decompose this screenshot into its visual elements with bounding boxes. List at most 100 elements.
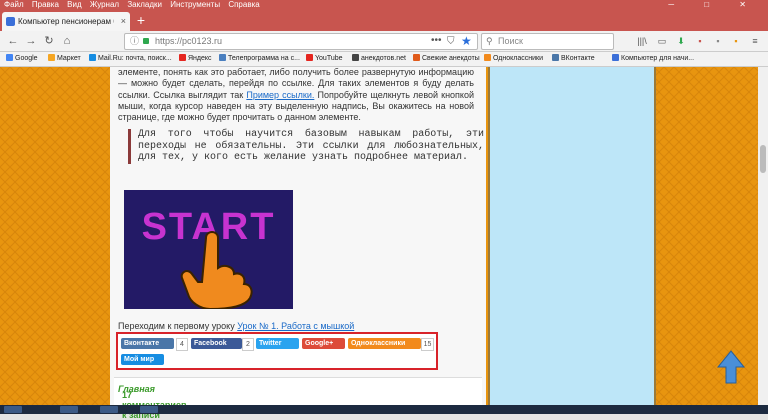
tab-title: Компьютер пенсионерам бе (18, 17, 114, 26)
extension-icon-2[interactable]: ▪ (712, 35, 724, 47)
window-controls[interactable]: ─ □ ✕ (668, 0, 760, 10)
tab-active[interactable]: Компьютер пенсионерам бе × (2, 12, 130, 31)
share-label: Google+ (305, 340, 334, 347)
bookmark-label: Google (15, 55, 38, 62)
menu-bookmarks[interactable]: Закладки (127, 0, 162, 9)
tab-strip: Компьютер пенсионерам бе × + (0, 10, 768, 31)
start-button[interactable] (4, 406, 22, 413)
share-label: Одноклассники (351, 340, 406, 347)
bookmark-yandex[interactable]: Яндекс (179, 52, 212, 66)
bookmark-label: анекдотов.net (361, 55, 406, 62)
bookmark-label: Mail.Ru: почта, поиск... (98, 55, 172, 62)
right-sidebar (488, 67, 656, 405)
search-input[interactable]: ⚲ Поиск (481, 33, 614, 50)
menu-icon[interactable]: ≡ (749, 35, 761, 47)
bookmark-label: ВКонтакте (561, 55, 595, 62)
new-tab-button[interactable]: + (131, 11, 151, 30)
tv-icon (219, 54, 226, 61)
bookmark-youtube[interactable]: YouTube (306, 52, 343, 66)
scrollbar-thumb[interactable] (760, 145, 766, 173)
bookmark-label: Яндекс (188, 55, 212, 62)
menu-edit[interactable]: Правка (32, 0, 59, 9)
page-scrollbar[interactable] (758, 67, 768, 405)
example-link[interactable]: Пример ссылки. (246, 90, 314, 100)
start-image: START (124, 190, 293, 309)
search-placeholder: Поиск (498, 36, 523, 46)
menu-history[interactable]: Журнал (90, 0, 119, 9)
lock-icon (143, 38, 149, 44)
menu-file[interactable]: Файл (4, 0, 24, 9)
bookmark-label: Свежие анекдоты (422, 55, 480, 62)
share-mymir-button[interactable]: Мой мир (121, 354, 164, 365)
social-share-box: Вконтакте 4 Facebook 2 Twitter Google+ О… (116, 332, 438, 370)
share-vk-button[interactable]: Вконтакте (121, 338, 174, 349)
tab-close-icon[interactable]: × (121, 16, 126, 27)
bookmark-tv[interactable]: Телепрограмма на с... (219, 52, 300, 66)
forward-icon[interactable]: → (24, 34, 38, 48)
next-lesson-paragraph: Переходим к первому уроку Урок № 1. Рабо… (118, 320, 354, 332)
scroll-to-top-icon[interactable] (716, 349, 746, 385)
reload-icon[interactable]: ↻ (42, 34, 56, 48)
bookmarks-bar: Google Маркет Mail.Ru: почта, поиск... Я… (0, 52, 768, 67)
download-icon[interactable]: ⬇ (675, 35, 687, 47)
pocket-icon[interactable]: ⛉ (447, 35, 455, 48)
bookmark-anekdotov[interactable]: анекдотов.net (352, 52, 406, 66)
bookmark-google[interactable]: Google (6, 52, 38, 66)
bookmark-ok[interactable]: Одноклассники (484, 52, 543, 66)
share-googleplus-button[interactable]: Google+ (302, 338, 345, 349)
taskbar-app[interactable] (140, 406, 158, 413)
extension-icon-3[interactable]: ▪ (730, 35, 742, 47)
bookmark-label: YouTube (315, 55, 343, 62)
bookmark-pc-beginners[interactable]: Компьютер для начи... (612, 52, 694, 66)
bookmark-mailru[interactable]: Mail.Ru: почта, поиск... (89, 52, 172, 66)
yandex-icon (179, 54, 186, 61)
bookmark-vk[interactable]: ВКонтакте (552, 52, 595, 66)
google-icon (6, 54, 13, 61)
bookmark-star-icon[interactable]: ★ (461, 34, 472, 48)
page-actions-icon[interactable]: ••• (431, 34, 442, 47)
share-vk-count: 4 (176, 338, 188, 351)
os-taskbar (0, 405, 768, 414)
menu-bar: Файл Правка Вид Журнал Закладки Инструме… (0, 0, 768, 10)
navigation-bar: ← → ↻ ⌂ ⓘ https://pc0123.ru ••• ⛉ ★ ⚲ По… (0, 31, 768, 52)
menu-tools[interactable]: Инструменты (170, 0, 220, 9)
article-content: элементе, понять как это работает, либо … (110, 67, 486, 420)
menu-help[interactable]: Справка (228, 0, 259, 9)
share-label: Мой мир (124, 356, 155, 363)
jokes-icon (413, 54, 420, 61)
back-icon[interactable]: ← (6, 34, 20, 48)
bookmark-label: Маркет (57, 55, 81, 62)
home-icon[interactable]: ⌂ (60, 34, 74, 48)
share-label: Twitter (259, 340, 282, 347)
share-label: Вконтакте (124, 340, 160, 347)
bookmark-fresh-jokes[interactable]: Свежие анекдоты (413, 52, 480, 66)
bookmark-label: Одноклассники (493, 55, 544, 62)
taskbar-app[interactable] (60, 406, 78, 413)
site-icon (612, 54, 619, 61)
extension-icon-1[interactable]: ▪ (694, 35, 706, 47)
share-ok-button[interactable]: Одноклассники (348, 338, 421, 349)
vk-icon (552, 54, 559, 61)
bookmark-market[interactable]: Маркет (48, 52, 81, 66)
menu-items: Файл Правка Вид Журнал Закладки Инструме… (4, 0, 266, 10)
info-icon[interactable]: ⓘ (130, 35, 139, 48)
share-facebook-button[interactable]: Facebook (191, 338, 242, 349)
library-icon[interactable]: |||\ (636, 35, 648, 47)
page-viewport: элементе, понять как это работает, либо … (0, 67, 768, 420)
bookmark-label: Телепрограмма на с... (228, 55, 300, 62)
sidebar-icon[interactable]: ▭ (656, 35, 668, 47)
pointing-hand-icon (180, 231, 253, 309)
youtube-icon (306, 54, 313, 61)
search-icon: ⚲ (486, 36, 493, 46)
article-paragraph: элементе, понять как это работает, либо … (118, 67, 474, 123)
share-twitter-button[interactable]: Twitter (256, 338, 299, 349)
share-label: Facebook (194, 340, 227, 347)
url-bar[interactable]: ⓘ https://pc0123.ru ••• ⛉ ★ (124, 33, 478, 50)
bookmark-label: Компьютер для начи... (621, 55, 695, 62)
url-text[interactable]: https://pc0123.ru (155, 35, 222, 48)
paragraph-text: Переходим к первому уроку (118, 321, 238, 331)
lesson-1-link[interactable]: Урок № 1. Работа с мышкой (237, 321, 354, 331)
menu-view[interactable]: Вид (67, 0, 81, 9)
market-icon (48, 54, 55, 61)
taskbar-app[interactable] (100, 406, 118, 413)
